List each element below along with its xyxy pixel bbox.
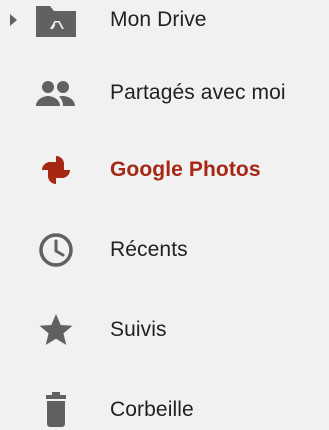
sidebar-item-starred[interactable]: Suivis [0,300,329,360]
google-photos-icon [32,150,80,190]
drive-sidebar-nav: Mon Drive Partagés avec moi Google Photo… [0,0,329,430]
sidebar-item-shared-with-me[interactable]: Partagés avec moi [0,63,329,123]
sidebar-item-recent[interactable]: Récents [0,220,329,280]
sidebar-item-trash[interactable]: Corbeille [0,380,329,430]
sidebar-item-label: Corbeille [110,398,194,421]
sidebar-item-label: Récents [110,238,188,261]
sidebar-item-label: Mon Drive [110,8,207,31]
people-icon [32,73,80,113]
sidebar-item-my-drive[interactable]: Mon Drive [0,0,329,50]
star-icon [32,310,80,350]
expand-arrow-icon[interactable] [8,13,18,27]
sidebar-item-label: Google Photos [110,158,261,181]
clock-icon [32,230,80,270]
trash-icon [32,390,80,430]
sidebar-item-label: Partagés avec moi [110,81,286,104]
sidebar-item-label: Suivis [110,318,167,341]
sidebar-item-google-photos[interactable]: Google Photos [0,140,329,200]
drive-folder-icon [32,0,80,40]
